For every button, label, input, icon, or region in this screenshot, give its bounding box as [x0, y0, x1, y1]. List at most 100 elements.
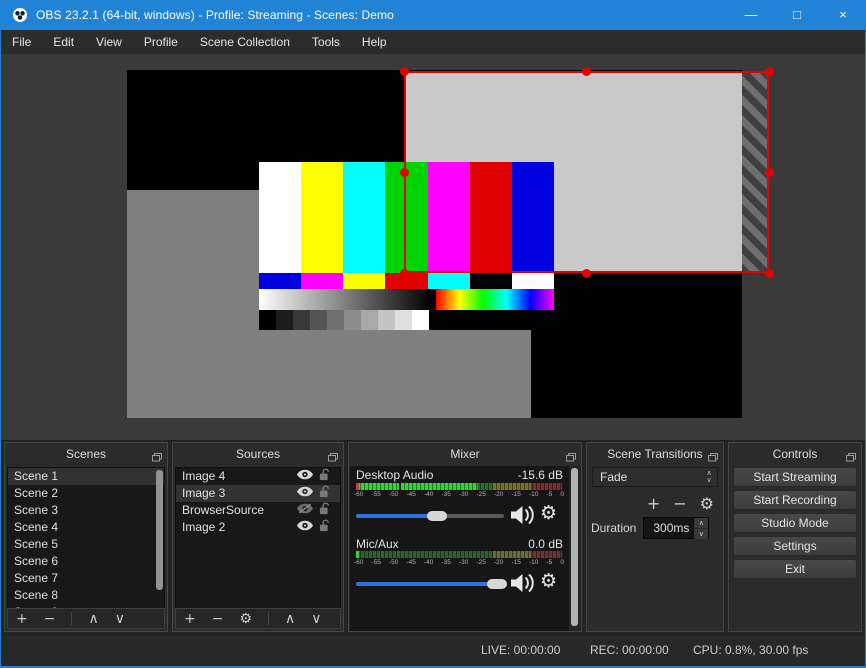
desktop-audio-gear-icon[interactable]: ⚙	[540, 502, 557, 524]
start-recording-button[interactable]: Start Recording	[733, 490, 857, 510]
selection-outline[interactable]	[404, 71, 769, 273]
close-button[interactable]: ×	[820, 0, 866, 30]
scene-item[interactable]: Scene 6	[8, 553, 164, 570]
source-properties-gear-button[interactable]: ⚙	[239, 610, 252, 628]
visibility-hidden-eye-icon[interactable]	[297, 502, 313, 519]
slider-handle[interactable]	[486, 579, 507, 589]
remove-transition-button[interactable]: −	[673, 495, 686, 513]
add-source-button[interactable]: +	[184, 610, 196, 628]
mic-volume-slider[interactable]	[356, 579, 507, 589]
menu-edit[interactable]: Edit	[42, 30, 85, 54]
scene-item[interactable]: Scene 7	[8, 570, 164, 587]
mixer-scrollbar[interactable]	[571, 468, 578, 626]
scene-item[interactable]: Scene 2	[8, 485, 164, 502]
titlebar[interactable]: OBS 23.2.1 (64-bit, windows) - Profile: …	[0, 0, 866, 30]
spin-down-button[interactable]: ∨	[694, 529, 709, 539]
selection-handle-middle-left[interactable]	[399, 167, 409, 177]
exit-button[interactable]: Exit	[733, 559, 857, 579]
panel-float-icon[interactable]	[566, 449, 576, 467]
menu-tools[interactable]: Tools	[301, 30, 351, 54]
lock-open-icon[interactable]	[319, 485, 330, 503]
add-transition-button[interactable]: +	[647, 495, 660, 513]
spin-up-button[interactable]: ∧	[694, 518, 709, 529]
menu-view[interactable]: View	[85, 30, 133, 54]
duration-row: Duration 300ms ∧ ∨	[591, 517, 721, 539]
transitions-toolbar: + − ⚙	[592, 493, 718, 515]
visibility-eye-icon[interactable]	[297, 485, 313, 502]
scenes-scrollbar[interactable]	[156, 470, 163, 590]
selection-handle-bottom-right[interactable]	[764, 268, 774, 278]
desktop-volume-row: ⚙	[356, 502, 563, 531]
lock-open-icon[interactable]	[319, 519, 330, 537]
source-item[interactable]: Image 3	[176, 485, 340, 502]
transition-select[interactable]: Fade ∧ ∨	[592, 467, 718, 487]
sources-panel-header[interactable]: Sources	[173, 443, 343, 465]
add-scene-button[interactable]: +	[16, 610, 28, 628]
scene-down-button[interactable]: ∨	[115, 610, 125, 628]
remove-source-button[interactable]: −	[212, 610, 224, 628]
scene-item[interactable]: Scene 3	[8, 502, 164, 519]
desktop-volume-slider[interactable]	[356, 511, 504, 521]
rec-time: REC: 00:00:00	[590, 643, 669, 657]
scene-item[interactable]: Scene 1	[8, 468, 164, 485]
mixer-panel: Mixer Desktop Audio -15.6 dB -60 -55 -50-…	[348, 442, 582, 632]
obs-logo-icon	[13, 8, 27, 22]
menu-scene-collection[interactable]: Scene Collection	[189, 30, 301, 54]
panel-float-icon[interactable]	[152, 449, 162, 467]
test-pattern-gray-steps	[259, 310, 554, 330]
scene-item[interactable]: Scene 5	[8, 536, 164, 553]
sources-toolbar: + − ⚙ ∧ ∨	[175, 608, 341, 629]
selection-handle-bottom-left[interactable]	[399, 268, 409, 278]
source-down-button[interactable]: ∨	[311, 610, 321, 628]
visibility-eye-icon[interactable]	[297, 519, 313, 536]
maximize-button[interactable]: □	[774, 0, 820, 30]
selection-handle-bottom-center[interactable]	[582, 268, 591, 278]
menu-profile[interactable]: Profile	[133, 30, 189, 54]
studio-mode-button[interactable]: Studio Mode	[733, 513, 857, 533]
remove-scene-button[interactable]: −	[44, 610, 56, 628]
selection-handle-top-center[interactable]	[582, 66, 591, 76]
source-item[interactable]: Image 4	[176, 468, 340, 485]
scene-up-button[interactable]: ∧	[88, 610, 98, 628]
menu-file[interactable]: File	[1, 30, 42, 54]
statusbar: LIVE: 00:00:00 REC: 00:00:00 CPU: 0.8%, …	[1, 636, 865, 666]
scenes-panel: Scenes Scene 1 Scene 2 Scene 3 Scene 4 S…	[4, 442, 168, 632]
speaker-mute-icon[interactable]	[509, 504, 535, 531]
meter-peak-marker	[356, 551, 359, 558]
obs-window: OBS 23.2.1 (64-bit, windows) - Profile: …	[0, 0, 866, 668]
source-item[interactable]: BrowserSource	[176, 502, 340, 519]
selection-handle-middle-right[interactable]	[764, 167, 774, 177]
scene-item[interactable]: Scene 8	[8, 587, 164, 604]
mixer-panel-header[interactable]: Mixer	[349, 443, 581, 465]
scenes-panel-title: Scenes	[65, 447, 107, 461]
panel-float-icon[interactable]	[328, 449, 338, 467]
window-title: OBS 23.2.1 (64-bit, windows) - Profile: …	[36, 8, 394, 22]
slider-handle[interactable]	[427, 511, 448, 521]
visibility-eye-icon[interactable]	[297, 468, 313, 485]
start-streaming-button[interactable]: Start Streaming	[733, 467, 857, 487]
lock-open-icon[interactable]	[319, 468, 330, 486]
scenes-panel-header[interactable]: Scenes	[5, 443, 167, 465]
source-item[interactable]: Image 2	[176, 519, 340, 536]
menu-help[interactable]: Help	[351, 30, 398, 54]
transitions-panel-header[interactable]: Scene Transitions	[587, 443, 723, 465]
scene-item[interactable]: Scene 4	[8, 519, 164, 536]
preview-area[interactable]	[1, 54, 865, 440]
minimize-button[interactable]: —	[728, 0, 774, 30]
mic-aux-gear-icon[interactable]: ⚙	[540, 570, 557, 592]
lock-open-icon[interactable]	[319, 502, 330, 520]
panel-float-icon[interactable]	[846, 449, 856, 467]
speaker-mute-icon[interactable]	[509, 572, 535, 599]
source-up-button[interactable]: ∧	[285, 610, 295, 628]
selection-handle-top-left[interactable]	[399, 66, 409, 76]
panel-float-icon[interactable]	[708, 449, 718, 467]
settings-button[interactable]: Settings	[733, 536, 857, 556]
mic-aux-meter	[356, 551, 562, 558]
transition-properties-gear-button[interactable]: ⚙	[700, 495, 714, 513]
controls-panel-header[interactable]: Controls	[729, 443, 861, 465]
transitions-panel-title: Scene Transitions	[607, 447, 703, 461]
toolbar-separator	[268, 612, 270, 625]
live-time: LIVE: 00:00:00	[481, 643, 561, 657]
duration-spinbox[interactable]: 300ms ∧ ∨	[643, 517, 710, 539]
selection-handle-top-right[interactable]	[764, 66, 774, 76]
